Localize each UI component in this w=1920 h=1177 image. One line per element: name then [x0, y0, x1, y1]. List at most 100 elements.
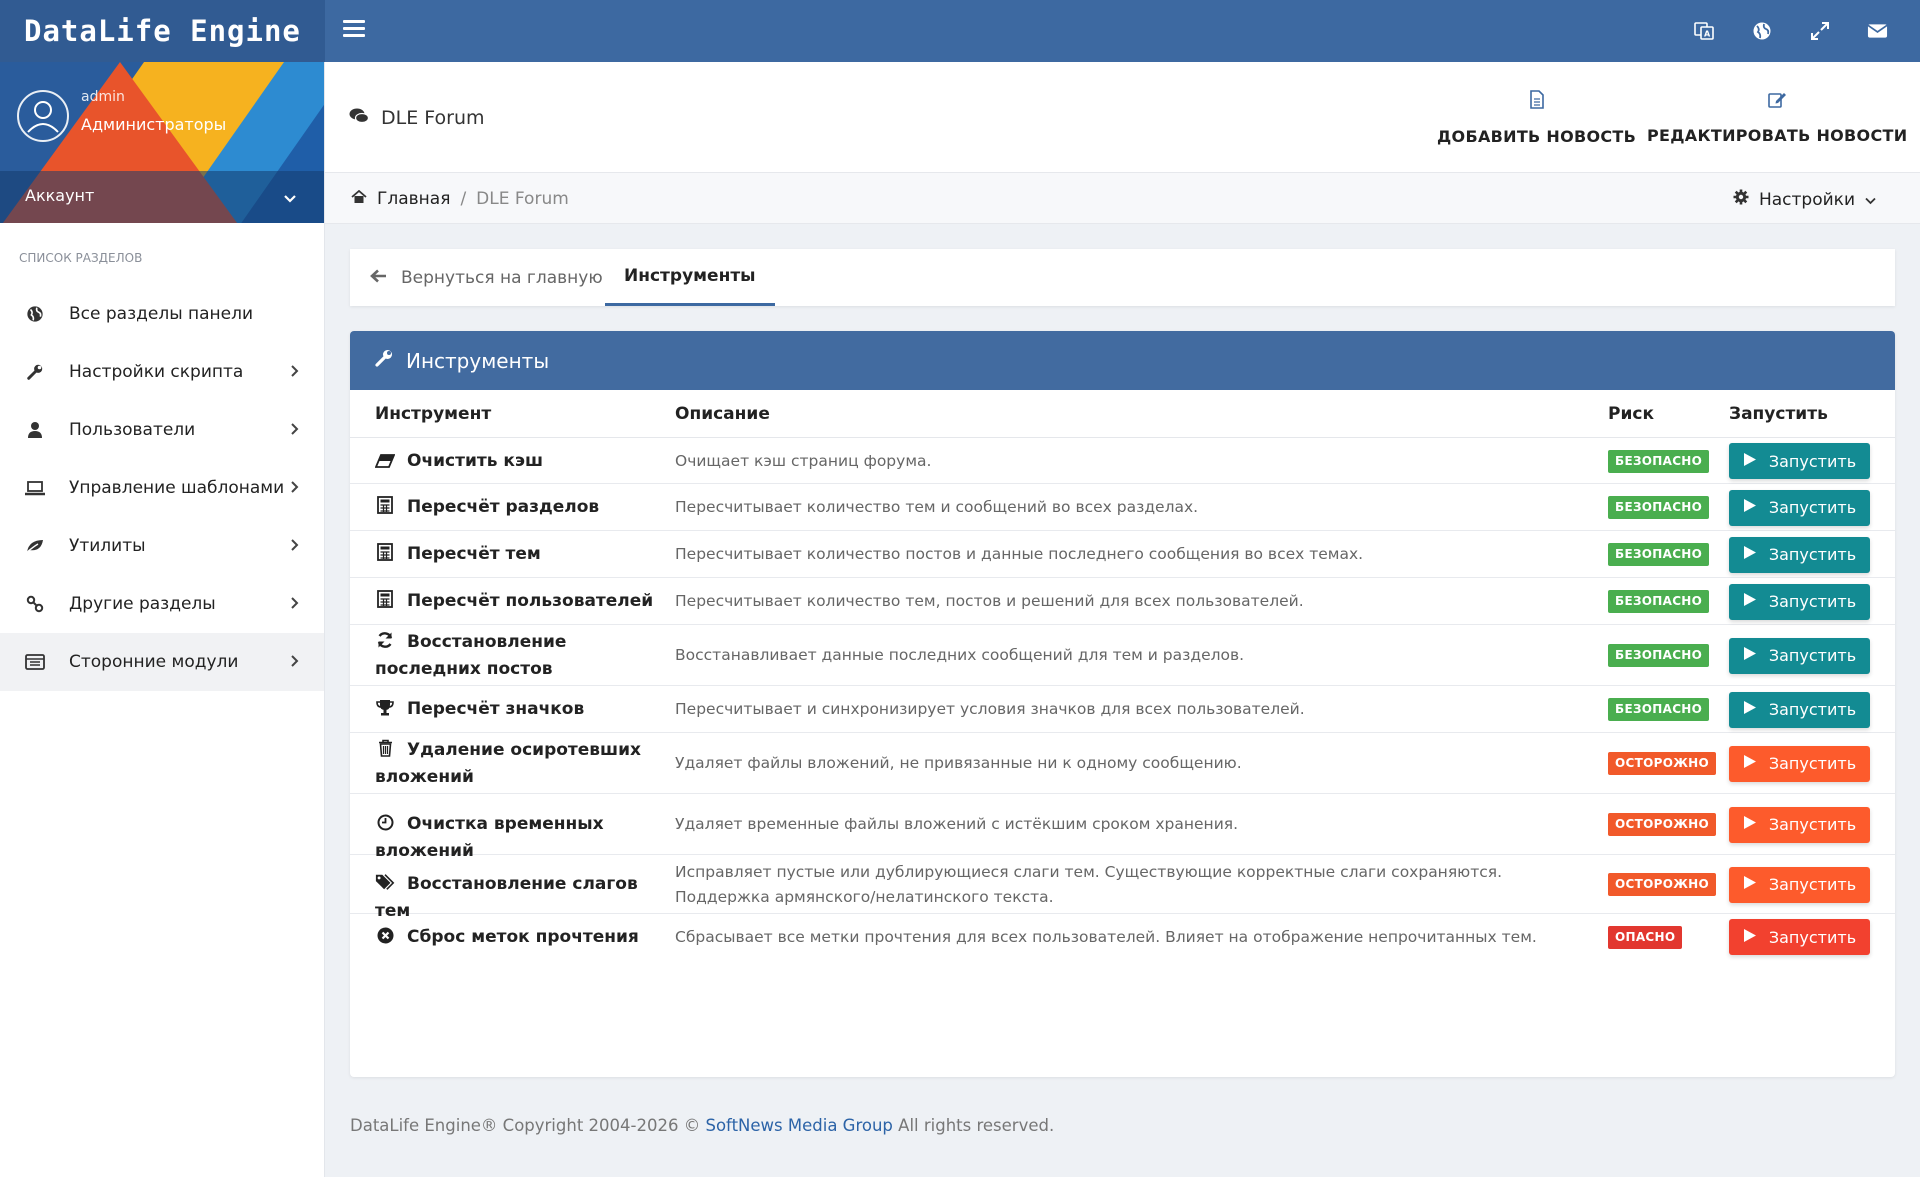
chevron-right-icon [290, 363, 299, 382]
top-navbar: DataLife Engine A [0, 0, 1920, 62]
tool-description: Пересчитывает количество тем и сообщений… [675, 498, 1199, 516]
sidebar-item-label: Другие разделы [69, 594, 216, 614]
footer: DataLife Engine® Copyright 2004-2026 © S… [350, 1116, 1054, 1135]
sidebar-item-label: Управление шаблонами [69, 478, 285, 498]
sidebar-item-third-party-modules[interactable]: Сторонние модули [0, 633, 324, 691]
arrow-left-icon [370, 268, 387, 288]
sidebar-item-script-settings[interactable]: Настройки скрипта [0, 343, 324, 401]
times-circle-icon [375, 926, 395, 944]
tabs-bar: Вернуться на главную Инструменты [350, 249, 1895, 306]
chevron-right-icon [290, 421, 299, 440]
panel-header: Инструменты [350, 331, 1895, 390]
play-icon [1743, 592, 1757, 611]
run-button[interactable]: Запустить [1729, 919, 1870, 955]
run-button[interactable]: Запустить [1729, 806, 1870, 843]
tool-name: Очистить кэш [375, 448, 660, 475]
svg-text:A: A [1704, 30, 1711, 39]
risk-badge: ОСТОРОЖНО [1608, 813, 1717, 836]
sidebar-item-other-sections[interactable]: Другие разделы [0, 575, 324, 633]
user-role: Администраторы [81, 115, 227, 134]
comments-icon [349, 107, 370, 129]
table-row: Восстановление последних постов Восстанав… [350, 625, 1895, 686]
sidebar: admin Администраторы Аккаунт СПИСОК РАЗД… [0, 62, 325, 1177]
risk-badge: ОПАСНО [1608, 925, 1683, 949]
edit-news-button[interactable]: РЕДАКТИРОВАТЬ НОВОСТИ [1647, 90, 1907, 145]
run-button[interactable]: Запустить [1729, 745, 1870, 782]
breadcrumb-home[interactable]: Главная [377, 189, 450, 209]
sidebar-item-utilities[interactable]: Утилиты [0, 517, 324, 575]
tags-icon [375, 873, 395, 891]
add-news-button[interactable]: ДОБАВИТЬ НОВОСТЬ [1437, 90, 1636, 146]
home-icon[interactable] [351, 189, 367, 209]
laptop-icon [25, 478, 45, 498]
chevron-down-icon [283, 189, 297, 208]
refresh-icon [375, 631, 395, 649]
chevron-right-icon [290, 537, 299, 556]
gear-icon [1733, 189, 1749, 210]
sidebar-item-label: Пользователи [69, 420, 196, 440]
play-icon [1743, 815, 1757, 834]
list-icon [25, 652, 45, 672]
table-row: Пересчёт разделов Пересчитывает количеств… [350, 484, 1895, 531]
risk-badge: ОСТОРОЖНО [1608, 873, 1717, 896]
run-button[interactable]: Запустить [1729, 637, 1870, 674]
envelope-icon[interactable] [1867, 21, 1888, 42]
tool-description: Пересчитывает количество тем, постов и р… [675, 592, 1304, 610]
page-title: DLE Forum [381, 107, 485, 129]
play-icon [1743, 545, 1757, 564]
tools-panel: Инструменты Инструмент Описание Риск Зап… [350, 331, 1895, 1077]
chevron-right-icon [290, 653, 299, 672]
sidebar-heading: СПИСОК РАЗДЕЛОВ [19, 251, 143, 265]
sidebar-item-label: Настройки скрипта [69, 362, 244, 382]
column-run: Запустить [1729, 404, 1828, 424]
run-button[interactable]: Запустить [1729, 489, 1870, 526]
play-icon [1743, 754, 1757, 773]
translate-icon[interactable]: A [1693, 21, 1714, 42]
globe-icon [25, 304, 45, 324]
footer-company-link[interactable]: SoftNews Media Group [705, 1116, 892, 1135]
app-logo[interactable]: DataLife Engine [0, 0, 325, 62]
file-icon [1529, 90, 1545, 113]
run-button[interactable]: Запустить [1729, 691, 1870, 728]
tool-name: Пересчёт тем [375, 541, 660, 568]
settings-dropdown[interactable]: Настройки [1733, 189, 1876, 210]
play-icon [1743, 452, 1757, 471]
calculator-icon [375, 496, 395, 514]
breadcrumb: Главная / DLE Forum Настройки [325, 172, 1920, 224]
edit-icon [1767, 90, 1787, 112]
tool-description: Сбрасывает все метки прочтения для всех … [675, 927, 1537, 946]
run-button[interactable]: Запустить [1729, 536, 1870, 573]
table-row: Пересчёт тем Пересчитывает количество пос… [350, 531, 1895, 578]
back-to-main-tab[interactable]: Вернуться на главную [370, 249, 603, 306]
menu-toggle-icon[interactable] [343, 20, 365, 42]
run-button[interactable]: Запустить [1729, 866, 1870, 903]
sidebar-item-all-sections[interactable]: Все разделы панели [0, 285, 324, 343]
link-icon [25, 594, 45, 614]
tool-description: Пересчитывает и синхронизирует условия з… [675, 700, 1305, 718]
sidebar-item-templates[interactable]: Управление шаблонами [0, 459, 324, 517]
tools-tab-label: Инструменты [624, 266, 756, 286]
tool-name: Пересчёт пользователей [375, 588, 660, 615]
chevron-down-icon [1865, 190, 1876, 210]
globe-icon[interactable] [1751, 21, 1772, 42]
column-description: Описание [675, 404, 770, 424]
run-button[interactable]: Запустить [1729, 443, 1870, 479]
play-icon [1743, 700, 1757, 719]
avatar[interactable] [17, 90, 69, 142]
footer-copyright: DataLife Engine® Copyright 2004-2026 © [350, 1116, 701, 1135]
eraser-icon [375, 452, 395, 470]
risk-badge: ОСТОРОЖНО [1608, 752, 1717, 775]
run-button[interactable]: Запустить [1729, 583, 1870, 620]
calculator-icon [375, 543, 395, 561]
table-row: Восстановление слагов тем Исправляет пуст… [350, 855, 1895, 921]
calculator-icon [375, 590, 395, 608]
tab-tools[interactable]: Инструменты [605, 249, 775, 306]
edit-news-label: РЕДАКТИРОВАТЬ НОВОСТИ [1647, 126, 1908, 145]
sidebar-item-users[interactable]: Пользователи [0, 401, 324, 459]
breadcrumb-separator: / [460, 189, 467, 209]
tool-description: Пересчитывает количество постов и данные… [675, 545, 1364, 563]
fullscreen-icon[interactable] [1809, 21, 1830, 42]
account-dropdown[interactable]: Аккаунт [0, 171, 324, 223]
risk-badge: БЕЗОПАСНО [1608, 590, 1710, 613]
clock-icon [375, 814, 395, 832]
